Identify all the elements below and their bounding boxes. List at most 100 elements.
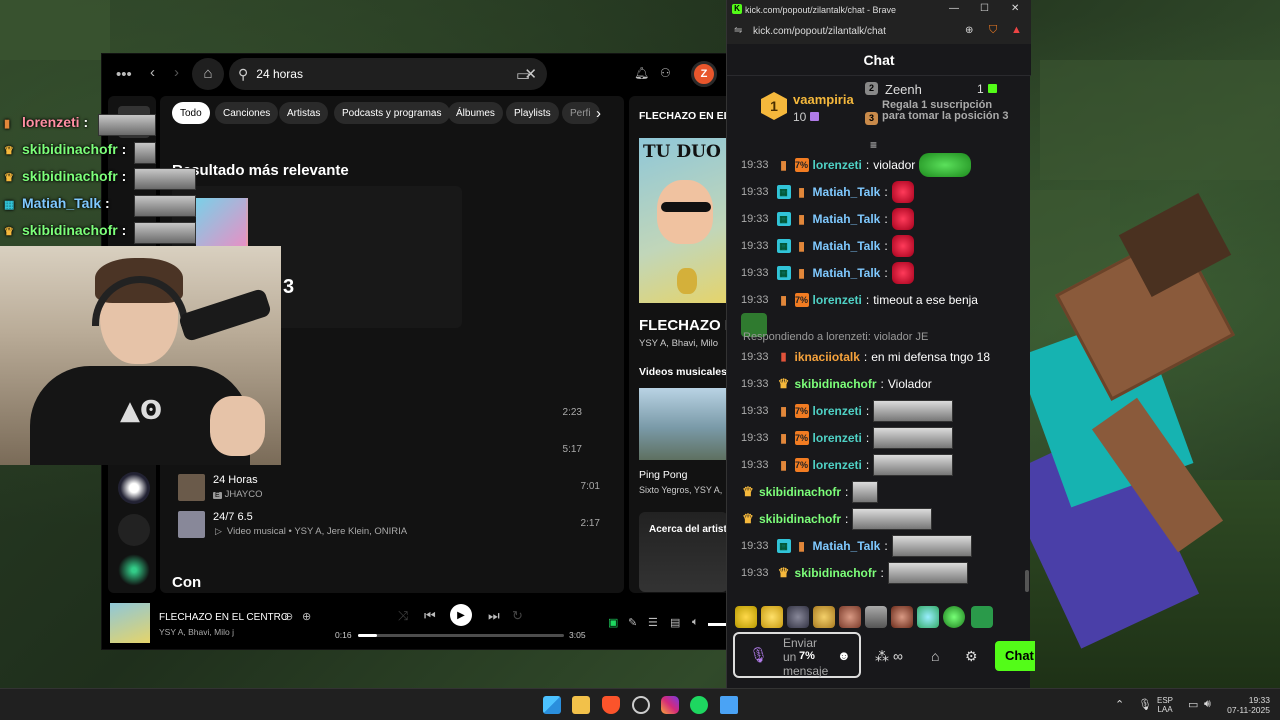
queue-icon[interactable]: ☰ [648, 616, 658, 629]
window-titlebar[interactable]: K kick.com/popout/zilantalk/chat - Brave… [727, 0, 1031, 20]
chat-message-input[interactable]: 🎙︎ Enviar un mensaje 7% ☻ [733, 632, 861, 678]
chevron-right-icon[interactable]: › [596, 105, 601, 122]
start-menu-icon[interactable] [543, 696, 561, 714]
message-username[interactable]: skibidinachofr [759, 485, 841, 499]
quick-emote[interactable] [891, 606, 913, 628]
shuffle-icon[interactable]: ⤨ [398, 608, 408, 624]
forward-icon[interactable]: › [174, 64, 179, 81]
collapse-leaderboard-icon[interactable]: ≡ [870, 138, 877, 152]
message-emote[interactable] [919, 153, 972, 177]
filter-chip-all[interactable]: Todo [172, 102, 210, 124]
show-hidden-icons-icon[interactable]: ⌃ [1115, 698, 1124, 711]
message-username[interactable]: skibidinachofr [795, 377, 877, 391]
lyrics-icon[interactable]: ✎ [628, 616, 637, 629]
app-icon[interactable] [632, 696, 650, 714]
microphone-icon[interactable]: 🎙︎ [749, 646, 768, 664]
message-username[interactable]: Matiah_Talk [813, 239, 881, 253]
message-emote[interactable] [852, 508, 933, 530]
connect-device-icon[interactable]: ▤ [670, 616, 680, 629]
zoom-icon[interactable]: ⊕ [965, 25, 973, 36]
song-row[interactable]: 24/7 6.5 ▷ Video musical • YSY A, Jere Kl… [172, 509, 612, 539]
chat-message[interactable]: ♛ skibidinachofr: [741, 481, 1031, 503]
filter-chip-albums[interactable]: Álbumes [448, 102, 503, 124]
chat-message[interactable]: 19:33 ▦ ▮ Matiah_Talk: [741, 535, 1031, 557]
filter-chip-songs[interactable]: Canciones [215, 102, 279, 124]
quick-emote[interactable] [839, 606, 861, 628]
kick-emote-icon[interactable]: 7% [799, 650, 815, 662]
chat-message[interactable]: 19:33 ▮ iknaciiotalk: en mi defensa tngo 18 [741, 346, 1031, 368]
message-username[interactable]: lorenzeti [813, 293, 862, 307]
message-username[interactable]: lorenzeti [813, 458, 862, 472]
close-icon[interactable]: ✕ [1011, 3, 1019, 14]
reply-context[interactable]: Respondiendo a lorenzeti: violador JE [743, 331, 928, 343]
message-emote[interactable] [891, 208, 914, 230]
settings-gear-icon[interactable]: ⚙ [965, 648, 978, 665]
chat-message[interactable]: 19:33 ▦ ▮ Matiah_Talk: [741, 208, 1031, 230]
song-row[interactable]: 24 Horas E JHAYCO 7:01 [172, 472, 612, 502]
spotify-icon[interactable] [690, 696, 708, 714]
about-artist-card[interactable]: Acerca del artista [639, 512, 728, 592]
search-input[interactable]: ⚲ 24 horas ✕ [229, 58, 547, 90]
next-icon[interactable]: ⏭ [488, 608, 500, 624]
filter-chip-artists[interactable]: Artistas [279, 102, 329, 124]
microphone-tray-icon[interactable]: 🎙︎ [1138, 698, 1152, 711]
system-clock[interactable]: 19:33 07-11-2025 [1222, 695, 1270, 715]
repeat-icon[interactable]: ↻ [512, 608, 523, 624]
store-icon[interactable]: ⌂ [931, 648, 939, 664]
filter-chip-podcasts[interactable]: Podcasts y programas [334, 102, 450, 124]
chat-message[interactable]: 19:33 ▮ 7% lorenzeti: violador [741, 153, 1031, 177]
chat-message[interactable]: 19:33 ▦ ▮ Matiah_Talk: [741, 235, 1031, 257]
quick-emote[interactable] [865, 606, 887, 628]
player-title[interactable]: FLECHAZO EN EL CENTRO [159, 612, 289, 623]
brave-rewards-icon[interactable]: ▲ [1011, 24, 1022, 36]
message-emote[interactable] [891, 181, 914, 203]
message-emote[interactable] [891, 262, 914, 284]
notifications-icon[interactable]: 🔔︎ [634, 66, 649, 80]
brave-browser-icon[interactable] [602, 696, 620, 714]
previous-icon[interactable]: ⏮ [424, 608, 436, 624]
chat-message[interactable]: 19:33 ▮ 7% lorenzeti: timeout a ese benja [741, 289, 1031, 337]
message-username[interactable]: Matiah_Talk [813, 185, 881, 199]
message-username[interactable]: lorenzeti [813, 431, 862, 445]
chat-message[interactable]: 19:33 ▦ ▮ Matiah_Talk: [741, 262, 1031, 284]
message-emote[interactable] [852, 481, 879, 503]
chat-scrollbar[interactable] [1025, 570, 1029, 592]
file-explorer-icon[interactable] [572, 696, 590, 714]
message-emote[interactable] [891, 535, 972, 557]
infinity-icon[interactable]: ∞ [893, 648, 903, 664]
chat-message[interactable]: 19:33 ♛ skibidinachofr: [741, 562, 1031, 584]
user-avatar[interactable]: Z [691, 61, 717, 87]
notepad-icon[interactable] [720, 696, 738, 714]
quick-emote[interactable] [971, 606, 993, 628]
quick-emote[interactable] [943, 606, 965, 628]
quick-emote[interactable] [917, 606, 939, 628]
remove-icon[interactable]: ⊖ [284, 610, 293, 623]
minimize-icon[interactable]: — [949, 3, 959, 14]
message-username[interactable]: lorenzeti [813, 404, 862, 418]
chat-message[interactable]: 19:33 ♛ skibidinachofr: Violador [741, 373, 1031, 395]
chat-message[interactable]: 19:33 ▮ 7% lorenzeti: [741, 427, 1031, 449]
brave-shields-icon[interactable]: ⛉ [989, 24, 997, 37]
message-username[interactable]: lorenzeti [813, 158, 862, 172]
message-username[interactable]: Matiah_Talk [813, 212, 881, 226]
now-playing-title[interactable]: FLECHAZO E [639, 317, 728, 334]
quick-emote[interactable] [787, 606, 809, 628]
browse-icon[interactable]: ▭ [516, 66, 530, 84]
volume-tray-icon[interactable]: 🔊︎ [1204, 698, 1211, 711]
message-emote[interactable] [873, 400, 954, 422]
progress-bar[interactable] [358, 634, 564, 637]
player-cover[interactable] [110, 603, 150, 643]
site-settings-icon[interactable]: ⇋ [734, 25, 742, 36]
message-username[interactable]: skibidinachofr [795, 566, 877, 580]
send-chat-button[interactable]: Chat [995, 641, 1035, 671]
chat-message[interactable]: 19:33 ▮ 7% lorenzeti: [741, 400, 1031, 422]
now-playing-view-icon[interactable]: ▣ [608, 616, 618, 629]
maximize-icon[interactable]: ☐ [980, 3, 989, 14]
chat-message[interactable]: 19:33 ▮ 7% lorenzeti: [741, 454, 1031, 476]
player-artists[interactable]: YSY A, Bhavi, Milo j [159, 627, 234, 637]
add-icon[interactable]: ⊕ [302, 610, 311, 623]
video-title[interactable]: Ping Pong [639, 469, 687, 481]
kick-points-icon[interactable]: ⁂ [875, 648, 889, 665]
address-bar[interactable]: ⇋ kick.com/popout/zilantalk/chat ⊕ ⛉ ▲ [727, 20, 1031, 44]
message-username[interactable]: iknaciiotalk [795, 350, 860, 364]
